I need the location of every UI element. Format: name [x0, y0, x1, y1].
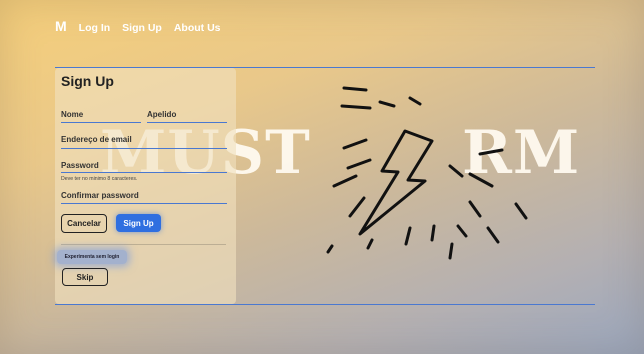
- first-name-field[interactable]: [61, 122, 141, 123]
- nav-about-link[interactable]: About Us: [174, 22, 221, 34]
- brand-logo[interactable]: M: [55, 18, 67, 34]
- confirm-password-label: Confirmar password: [61, 191, 139, 200]
- cancel-button[interactable]: Cancelar: [61, 214, 107, 233]
- password-hint: Deve ter no minimo 8 caracteres.: [61, 176, 138, 182]
- bottom-divider: [55, 304, 595, 305]
- top-nav: M Log In Sign Up About Us: [55, 18, 221, 34]
- signup-panel: Sign Up Nome Apelido Endereço de email P…: [55, 68, 236, 304]
- nav-login-link[interactable]: Log In: [79, 22, 111, 34]
- skip-button[interactable]: Skip: [62, 268, 108, 286]
- form-title: Sign Up: [61, 73, 114, 89]
- signup-button[interactable]: Sign Up: [116, 214, 161, 232]
- lightning-bolt-icon: [326, 86, 528, 260]
- email-field[interactable]: [61, 148, 227, 149]
- form-separator: [61, 244, 226, 245]
- nav-signup-link[interactable]: Sign Up: [122, 22, 162, 34]
- first-name-label: Nome: [61, 110, 84, 119]
- password-label: Password: [61, 161, 99, 170]
- try-without-login-button[interactable]: Experimenta sem login: [57, 250, 127, 264]
- password-field[interactable]: [61, 172, 227, 173]
- email-label: Endereço de email: [61, 135, 132, 144]
- last-name-field[interactable]: [147, 122, 227, 123]
- confirm-password-field[interactable]: [61, 203, 227, 204]
- last-name-label: Apelido: [147, 110, 177, 119]
